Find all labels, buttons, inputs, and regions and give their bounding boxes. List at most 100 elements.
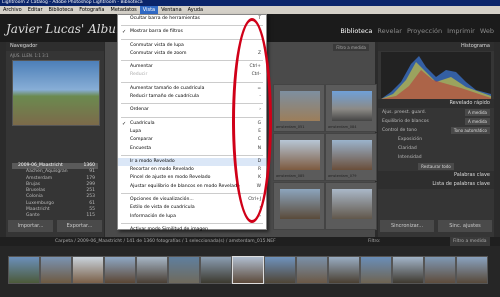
menu-item-label: Información de lupa [130, 213, 176, 219]
cell-label: amsterdam_051 [276, 125, 305, 129]
grid-cell[interactable]: amsterdam_079 [325, 133, 377, 181]
annotation-oval [232, 18, 272, 223]
menu-item-label: Reducir [130, 72, 148, 78]
grid-cell[interactable] [273, 182, 325, 230]
grid-cell[interactable]: amsterdam_084 [325, 84, 377, 132]
menu-archivo[interactable]: Archivo [0, 6, 25, 14]
grid-cell[interactable]: amsterdam_085 [273, 133, 325, 181]
menu-ayuda[interactable]: Ayuda [185, 6, 206, 14]
menu-item-label: Pincel de ajuste en modo Revelado [130, 175, 211, 181]
sync-button[interactable]: Sincronizar... [380, 220, 434, 232]
tone-label: Control de tono [382, 128, 417, 133]
menu-item-label: Comparar [130, 137, 153, 143]
menu-item-label: Cuadrícula [130, 120, 155, 126]
menu-item-label: Aumentar [130, 64, 153, 70]
navigator-header[interactable]: Navegador [6, 42, 104, 51]
module-imprimir[interactable]: Imprimir [447, 27, 475, 35]
cell-label: amsterdam_084 [328, 125, 357, 129]
film-thumb[interactable] [8, 256, 40, 284]
wb-label: Equilibrio de blancos [382, 119, 429, 124]
menubar: Archivo Editar Biblioteca Fotografía Metadat… [0, 6, 500, 14]
module-web[interactable]: Web [480, 27, 494, 35]
film-thumb[interactable] [72, 256, 104, 284]
folder-list: 2009-06_Maastricht 1360 Aachen_Aquisgran 91… [12, 163, 98, 220]
navigator-modes[interactable]: AJUS. LLEN. 1:1 3:1 [6, 51, 104, 60]
quick-develop-header[interactable]: Revelado rápido [378, 99, 494, 108]
film-thumb[interactable] [136, 256, 168, 284]
menu-vista[interactable]: Vista [139, 6, 159, 14]
module-revelar[interactable]: Revelar [377, 27, 402, 35]
menu-item-label: Reducir tamaño de cuadrícula [130, 94, 199, 100]
menu-item-label: Lupa [130, 128, 142, 134]
menu-item-label: Conmutar vista de lupa [130, 42, 184, 48]
menu-item[interactable]: Activar modo Similitud de imagen [118, 226, 266, 234]
menu-item-label: Aumentar tamaño de cuadrícula [130, 85, 205, 91]
module-picker: Biblioteca Revelar Proyección Imprimir Web [340, 27, 494, 35]
menu-item-label: Ajustar equilibrio de blancos en modo Re… [130, 183, 240, 189]
film-thumb[interactable] [104, 256, 136, 284]
film-thumb[interactable] [456, 256, 488, 284]
menu-item-label: Encuesta [130, 145, 152, 151]
menu-biblioteca[interactable]: Biblioteca [46, 6, 77, 14]
menu-item-label: Opciones de visualización... [130, 197, 194, 203]
menu-ventana[interactable]: Ventana [158, 6, 185, 14]
left-buttons: Importar... Exportar... [6, 220, 104, 232]
menu-item-label: Mostrar barra de filtros [130, 29, 183, 35]
menu-item-shortcut: T [258, 16, 261, 21]
film-thumb[interactable] [328, 256, 360, 284]
menu-editar[interactable]: Editar [25, 6, 46, 14]
histogram-header[interactable]: Histograma [378, 42, 494, 51]
menu-item[interactable]: Ocultar barra de herramientas T [118, 15, 266, 23]
auto-tone-button[interactable]: Tono automático [450, 127, 490, 134]
keywording-header[interactable]: Palabras clave [378, 171, 494, 180]
check-icon: ✓ [122, 120, 127, 127]
folder-count: 115 [86, 213, 95, 219]
menu-item-label: Ir a modo Revelado [130, 158, 175, 164]
module-biblioteca[interactable]: Biblioteca [340, 27, 372, 35]
exposure-label: Exposición [398, 137, 423, 142]
film-thumb-selected[interactable] [232, 256, 264, 284]
grid-cell[interactable] [325, 182, 377, 230]
menu-item-label: Estilo de vista de cuadrícula [130, 205, 195, 211]
import-button[interactable]: Importar... [8, 220, 53, 232]
film-thumb[interactable] [296, 256, 328, 284]
film-thumb[interactable] [200, 256, 232, 284]
module-proyección[interactable]: Proyección [407, 27, 442, 35]
cell-label: amsterdam_085 [276, 174, 305, 178]
source-path[interactable]: Carpeta / 2009-06_Maastricht / 141 de 13… [55, 237, 276, 246]
export-button[interactable]: Exportar... [57, 220, 102, 232]
right-buttons: Sincronizar... Sinc. ajustes [378, 220, 494, 232]
reset-all-button[interactable]: Restaurar todo [418, 163, 454, 170]
folder-name: Gante [26, 213, 40, 219]
filter-label: Filtro: [368, 239, 381, 244]
grid-filter[interactable]: Filtro a medida [333, 44, 369, 51]
vibrance-label: Intensidad [398, 155, 422, 160]
check-icon: ✓ [122, 29, 127, 36]
film-thumb[interactable] [264, 256, 296, 284]
filter-select[interactable]: Filtro a medida [450, 237, 490, 246]
menu-item-label: Recortar en modo Revelado [130, 167, 194, 173]
cell-label: amsterdam_079 [328, 174, 357, 178]
menu-item-label: Ocultar barra de herramientas [130, 16, 200, 21]
navigator-preview[interactable] [12, 60, 100, 126]
filmstrip-toolbar: Carpeta / 2009-06_Maastricht / 141 de 13… [0, 237, 500, 246]
grid-cell[interactable]: amsterdam_051 [273, 84, 325, 132]
film-thumb[interactable] [168, 256, 200, 284]
film-thumb[interactable] [424, 256, 456, 284]
menu-metadatos[interactable]: Metadatos [108, 6, 140, 14]
menu-item-label: Activar modo Similitud de imagen [130, 226, 209, 232]
film-thumb[interactable] [392, 256, 424, 284]
preset-select[interactable]: A medida [464, 109, 490, 116]
menu-fotografía[interactable]: Fotografía [76, 6, 107, 14]
folder-item[interactable]: Gante 115 [12, 213, 98, 219]
menu-separator [121, 25, 263, 27]
menu-separator [121, 222, 263, 224]
keyword-list-header[interactable]: Lista de palabras clave [378, 180, 494, 189]
film-thumb[interactable] [40, 256, 72, 284]
wb-select[interactable]: A medida [464, 118, 490, 125]
sync-settings-button[interactable]: Sinc. ajustes [438, 220, 492, 232]
film-thumb[interactable] [360, 256, 392, 284]
menu-item-label: Conmutar vista de zoom [130, 50, 187, 56]
identity-plate: Javier Lucas' Album [6, 22, 128, 36]
preset-label: Ajus. preest. guard. [382, 110, 427, 115]
